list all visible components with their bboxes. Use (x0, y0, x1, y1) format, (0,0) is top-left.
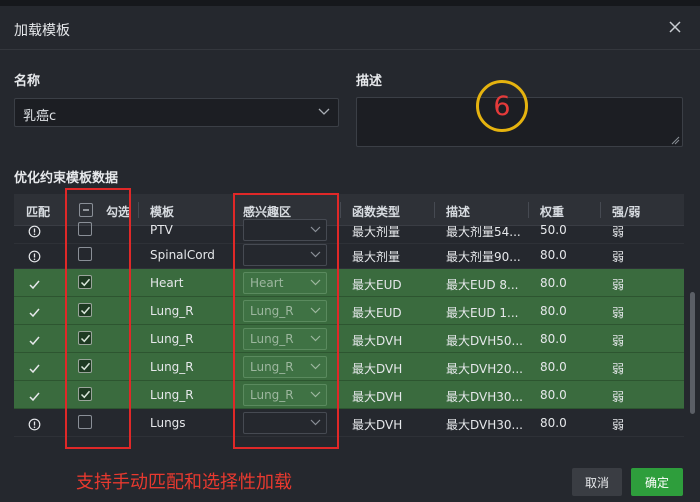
weight-cell: 80.0 (540, 416, 567, 430)
match-check-icon (28, 276, 41, 295)
name-select-value: 乳癌c (23, 109, 57, 124)
cancel-button[interactable]: 取消 (572, 468, 622, 496)
function-type-cell: 最大DVH (352, 390, 403, 404)
description-cell: 最大DVH30... (446, 418, 522, 432)
weight-cell: 80.0 (540, 276, 567, 290)
strength-cell: 弱 (612, 278, 625, 292)
description-cell: 最大EUD 1... (446, 306, 519, 320)
template-cell: SpinalCord (150, 248, 215, 262)
annotation-text: 支持手动匹配和选择性加载 (76, 472, 292, 493)
match-info-icon (28, 223, 41, 242)
match-info-icon (28, 416, 41, 435)
description-cell: 最大剂量54... (446, 225, 521, 239)
function-type-cell: 最大剂量 (352, 250, 401, 264)
template-cell: Heart (150, 276, 184, 290)
weight-cell: 80.0 (540, 388, 567, 402)
function-type-cell: 最大DVH (352, 418, 403, 432)
function-type-cell: 最大EUD (352, 278, 402, 292)
strength-cell: 弱 (612, 362, 625, 376)
strength-cell: 弱 (612, 418, 625, 432)
dialog-header: 加载模板 (0, 6, 700, 50)
select-column-highlight (65, 188, 131, 449)
roi-column-highlight (233, 193, 339, 449)
weight-cell: 80.0 (540, 360, 567, 374)
template-cell: Lung_R (150, 332, 194, 346)
function-type-cell: 最大DVH (352, 334, 403, 348)
description-cell: 最大DVH20... (446, 362, 522, 376)
scrollbar-thumb[interactable] (690, 292, 695, 414)
chevron-down-icon (318, 108, 330, 115)
template-cell: Lung_R (150, 388, 194, 402)
load-template-dialog: 加载模板 名称 乳癌c 描述 6 优化约束模板数据 匹配 勾选 模板 感兴趣区 … (0, 0, 700, 502)
weight-cell: 80.0 (540, 304, 567, 318)
dialog-title: 加载模板 (14, 23, 70, 39)
match-check-icon (28, 360, 41, 379)
weight-cell: 80.0 (540, 248, 567, 262)
match-check-icon (28, 332, 41, 351)
template-cell: Lung_R (150, 304, 194, 318)
section-title: 优化约束模板数据 (14, 171, 119, 186)
description-cell: 最大剂量90... (446, 250, 521, 264)
function-type-cell: 最大EUD (352, 306, 402, 320)
name-label: 名称 (14, 74, 41, 89)
description-label: 描述 (356, 74, 383, 89)
match-check-icon (28, 388, 41, 407)
resize-grip-icon[interactable] (670, 135, 680, 145)
strength-cell: 弱 (612, 306, 625, 320)
step-number-badge: 6 (476, 80, 528, 132)
close-icon[interactable] (666, 18, 684, 36)
template-cell: PTV (150, 223, 173, 237)
strength-cell: 弱 (612, 225, 625, 239)
description-cell: 最大DVH30... (446, 390, 522, 404)
weight-cell: 80.0 (540, 332, 567, 346)
strength-cell: 弱 (612, 390, 625, 404)
template-cell: Lungs (150, 416, 186, 430)
strength-cell: 弱 (612, 334, 625, 348)
strength-cell: 弱 (612, 250, 625, 264)
match-check-icon (28, 304, 41, 323)
match-info-icon (28, 248, 41, 267)
function-type-cell: 最大剂量 (352, 225, 401, 239)
confirm-button[interactable]: 确定 (631, 468, 683, 496)
template-cell: Lung_R (150, 360, 194, 374)
function-type-cell: 最大DVH (352, 362, 403, 376)
description-cell: 最大DVH50... (446, 334, 522, 348)
weight-cell: 50.0 (540, 223, 567, 237)
description-cell: 最大EUD 8... (446, 278, 519, 292)
name-select[interactable]: 乳癌c (14, 98, 339, 127)
